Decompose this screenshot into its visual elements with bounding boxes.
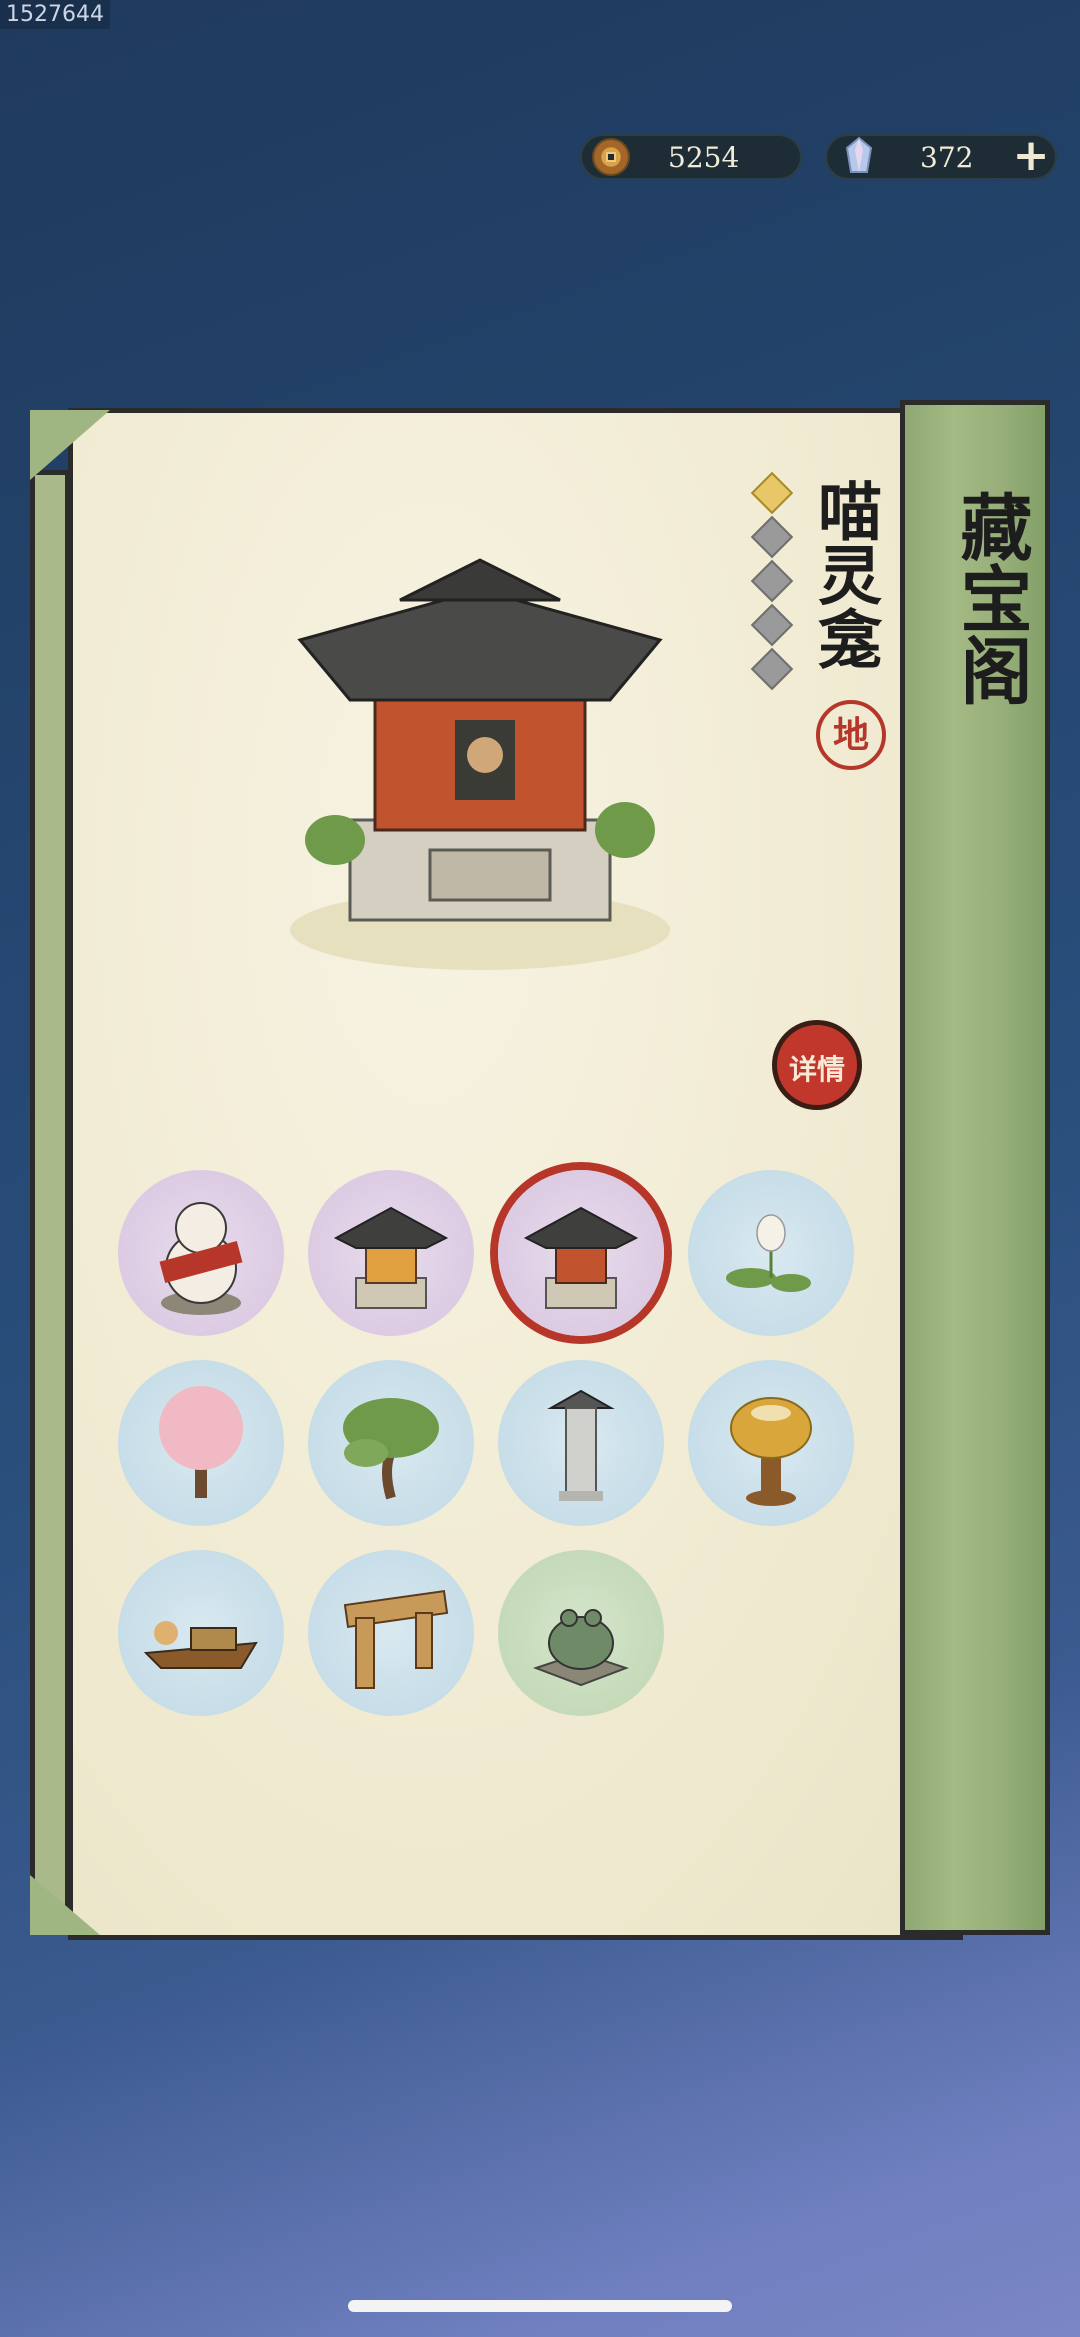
- item-golden-lotus-incense[interactable]: [688, 1360, 854, 1526]
- crystal-gem-icon: [845, 136, 873, 173]
- scroll-corner-top: [30, 410, 110, 480]
- gem-value: 372: [920, 140, 974, 174]
- scroll-corner-bottom: [30, 1875, 100, 1935]
- detail-button[interactable]: 详情: [772, 1020, 862, 1110]
- wooden-gate-icon: [343, 1590, 449, 1689]
- star-filled-icon: [750, 471, 794, 515]
- treasure-scroll-panel: 藏宝阁 喵灵龛 地 详情: [30, 400, 1055, 1940]
- item-shrine-small[interactable]: [308, 1170, 474, 1336]
- item-flower-boat[interactable]: [118, 1550, 284, 1716]
- item-wooden-gate[interactable]: [308, 1550, 474, 1716]
- pine-tree-icon: [343, 1398, 439, 1500]
- star-empty-icon: [750, 559, 794, 603]
- item-stone-lantern[interactable]: [498, 1360, 664, 1526]
- item-frog-statue[interactable]: [498, 1550, 664, 1716]
- star-empty-icon: [750, 603, 794, 647]
- cat-shrine-icon: [523, 1206, 639, 1309]
- item-pine-tree[interactable]: [308, 1360, 474, 1526]
- home-indicator[interactable]: [348, 2300, 732, 2312]
- plus-icon: +: [1012, 130, 1050, 181]
- frog-statue-icon: [533, 1609, 629, 1687]
- item-cherry-blossom-tree[interactable]: [118, 1360, 284, 1526]
- coin-value: 5254: [668, 140, 740, 174]
- flower-boat-icon: [143, 1621, 258, 1669]
- copper-coin-icon: [594, 140, 628, 174]
- item-name: 喵灵龛: [807, 478, 882, 670]
- item-cat-shrine[interactable]: [498, 1170, 664, 1336]
- item-lucky-cat-statue[interactable]: [118, 1170, 284, 1336]
- star-empty-icon: [750, 515, 794, 559]
- gem-counter: 372 +: [825, 134, 1057, 180]
- golden-lotus-icon: [730, 1397, 812, 1506]
- build-id-label: 1527644: [0, 0, 110, 29]
- star-rating: [750, 471, 794, 698]
- stone-lantern-icon: [547, 1389, 615, 1501]
- add-gems-button[interactable]: +: [1011, 134, 1051, 178]
- star-empty-icon: [750, 647, 794, 691]
- item-lotus-flower[interactable]: [688, 1170, 854, 1336]
- cat-shrine-illustration: [290, 558, 670, 970]
- cherry-tree-icon: [159, 1386, 243, 1498]
- rarity-seal: 地: [816, 700, 886, 770]
- small-shrine-icon: [333, 1206, 449, 1309]
- panel-title: 藏宝阁: [948, 490, 1033, 706]
- lucky-cat-icon: [159, 1202, 243, 1315]
- scroll-left-edge: [30, 470, 70, 1930]
- lotus-icon: [726, 1214, 811, 1292]
- coin-counter: 5254: [580, 134, 802, 180]
